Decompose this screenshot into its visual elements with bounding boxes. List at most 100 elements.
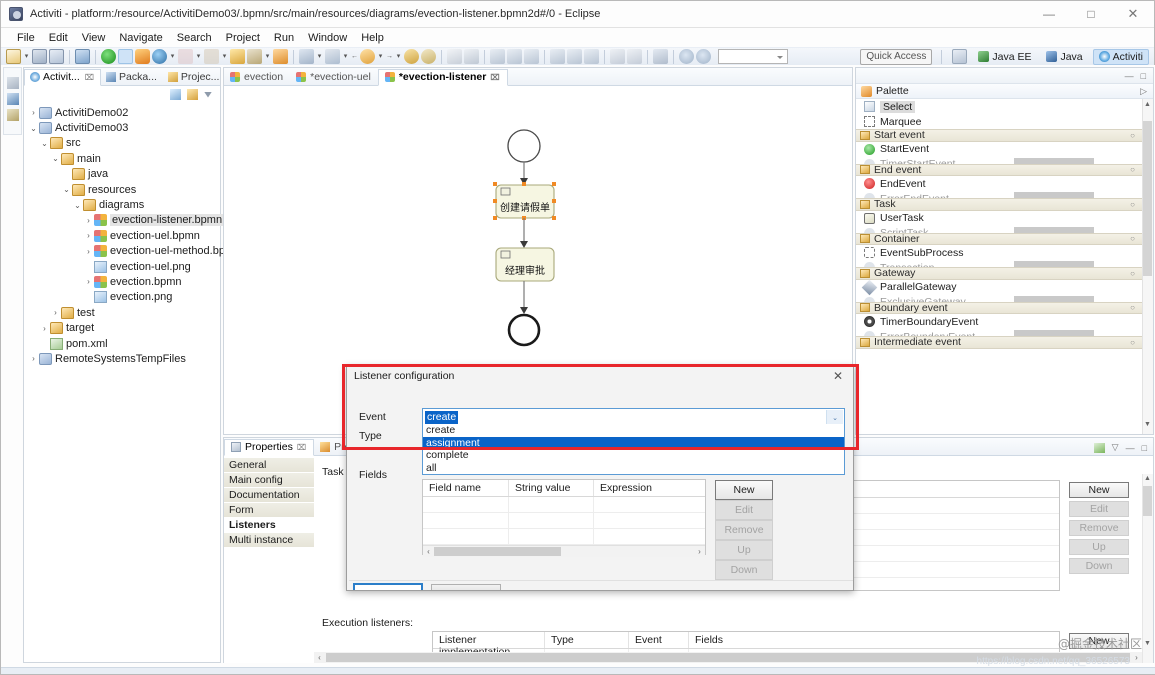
tree-item[interactable]: ⌄ ActivitiDemo03	[28, 120, 220, 135]
menu-item-navigate[interactable]: Navigate	[112, 31, 169, 45]
expand-twisty-icon[interactable]: ›	[83, 231, 94, 240]
event-dropdown-list[interactable]: create assignment complete all	[422, 424, 845, 475]
export-image-icon[interactable]	[653, 49, 668, 64]
vscroll-thumb[interactable]	[1143, 486, 1152, 516]
perspective-activiti[interactable]: Activiti	[1092, 48, 1149, 65]
palette-item-partial[interactable]: TimerStartEvent	[856, 157, 1142, 164]
tree-item[interactable]: › evection-uel-method.bpmn	[28, 244, 240, 259]
tab-activiti-explorer[interactable]: Activit... ⌧	[24, 69, 101, 86]
align-left-icon[interactable]	[490, 49, 505, 64]
properties-vertical-scrollbar[interactable]: ▲ ▼	[1142, 474, 1153, 663]
collapse-group-icon[interactable]: ○	[1130, 200, 1142, 209]
menu-item-view[interactable]: View	[75, 31, 113, 45]
close-icon[interactable]: ⌧	[85, 73, 94, 82]
scroll-up-arrow-icon[interactable]: ▲	[1143, 475, 1152, 486]
quick-access-input[interactable]: Quick Access	[860, 48, 933, 65]
properties-section-form[interactable]: Form	[224, 503, 314, 518]
restore-view-icon[interactable]: —	[1126, 443, 1135, 453]
new-icon[interactable]	[6, 49, 21, 64]
save-all-icon[interactable]	[49, 49, 64, 64]
align-bottom-icon[interactable]	[584, 49, 599, 64]
collapse-twisty-icon[interactable]: ⌄	[39, 139, 50, 148]
properties-section-general[interactable]: General	[224, 458, 314, 473]
coverage-dropdown-arrow[interactable]: ▾	[195, 49, 202, 64]
back-arrow-icon[interactable]: ←	[351, 49, 358, 64]
scroll-down-arrow-icon[interactable]: ▼	[1143, 421, 1152, 432]
server-fastview-icon[interactable]	[6, 109, 19, 121]
profile-icon[interactable]	[152, 49, 167, 64]
palette-item-parallelgateway[interactable]: ParallelGateway	[856, 279, 1142, 295]
collapse-group-icon[interactable]: ○	[1130, 338, 1142, 347]
open-type-icon[interactable]	[273, 49, 288, 64]
table-row[interactable]	[423, 497, 705, 513]
properties-section-main-config[interactable]: Main config	[224, 473, 314, 488]
tree-item[interactable]: › ActivitiDemo02	[28, 105, 220, 120]
view-menu-icon[interactable]: ▽	[1112, 442, 1119, 453]
tree-item[interactable]: evection.png	[28, 290, 220, 305]
forward-arrow-icon[interactable]: →	[386, 49, 393, 64]
menu-item-edit[interactable]: Edit	[42, 31, 75, 45]
search-dropdown-arrow[interactable]: ▾	[316, 49, 323, 64]
expand-twisty-icon[interactable]: ›	[28, 354, 39, 363]
tree-item[interactable]: evection-uel.png	[28, 259, 220, 274]
align-middle-icon[interactable]	[567, 49, 582, 64]
match-width-icon[interactable]	[610, 49, 625, 64]
editor-tab-evection-listener[interactable]: *evection-listener ⌧	[377, 69, 508, 86]
new-dropdown-arrow[interactable]: ▾	[23, 49, 30, 64]
menu-item-run[interactable]: Run	[267, 31, 301, 45]
previous-edit-icon[interactable]	[360, 49, 375, 64]
tab-properties[interactable]: Properties ⌧	[224, 439, 315, 456]
coverage-icon[interactable]	[178, 49, 193, 64]
minimize-button[interactable]: —	[1028, 1, 1070, 28]
minimize-view-icon[interactable]: —	[1125, 71, 1134, 81]
collapse-group-icon[interactable]: ○	[1130, 131, 1142, 140]
palette-item-clipped[interactable]: ErrorBoundaryEvent	[856, 329, 1142, 336]
event-combo[interactable]: create ⌄	[422, 408, 845, 425]
align-right-icon[interactable]	[524, 49, 539, 64]
forward-dropdown-arrow[interactable]: ▾	[395, 49, 402, 64]
palette-tool-select[interactable]: Select	[856, 99, 1142, 114]
collapse-twisty-icon[interactable]: ⌄	[61, 185, 72, 194]
scroll-right-arrow-icon[interactable]: ›	[1131, 653, 1142, 662]
tab-project-explorer[interactable]: Projec...	[163, 70, 226, 85]
tree-item[interactable]: › evection.bpmn	[28, 274, 220, 289]
palette-group-end-event[interactable]: End event ○	[856, 163, 1142, 176]
collapse-twisty-icon[interactable]: ⌄	[50, 154, 61, 163]
tree-item[interactable]: › RemoteSystemsTempFiles	[28, 351, 220, 366]
palette-tool-marquee[interactable]: Marquee	[856, 114, 1142, 129]
palette-item-eventsubprocess[interactable]: EventSubProcess	[856, 245, 1142, 260]
expand-twisty-icon[interactable]: ›	[50, 308, 61, 317]
palette-item-partial[interactable]: ErrorEndEvent	[856, 191, 1142, 198]
tree-item[interactable]: › evection-listener.bpmn	[28, 213, 225, 228]
align-center-icon[interactable]	[507, 49, 522, 64]
scroll-right-arrow-icon[interactable]: ›	[694, 547, 705, 556]
external-tools-icon[interactable]	[204, 49, 219, 64]
previous-dropdown-arrow[interactable]: ▾	[377, 49, 384, 64]
collapse-group-icon[interactable]: ○	[1130, 303, 1142, 312]
palette-item-endevent[interactable]: EndEvent	[856, 176, 1142, 191]
view-menu-icon[interactable]	[204, 91, 212, 98]
tree-item[interactable]: › test	[28, 305, 220, 320]
chevron-down-icon[interactable]: ⌄	[826, 410, 843, 425]
palette-scrollbar[interactable]: ▲ ▼	[1142, 99, 1153, 434]
package-explorer-fastview-icon[interactable]	[6, 93, 19, 105]
start-event-shape[interactable]	[507, 129, 541, 163]
maximize-view-icon[interactable]: □	[1141, 71, 1146, 81]
fields-table-scrollbar[interactable]: ‹ ›	[423, 545, 705, 557]
new-button[interactable]: New	[715, 480, 773, 500]
marker-icon[interactable]	[325, 49, 340, 64]
tree-item[interactable]: ⌄ resources	[28, 182, 220, 197]
palette-flyout-handle[interactable]	[1014, 330, 1094, 336]
end-event-shape[interactable]	[507, 313, 541, 347]
console-icon[interactable]	[75, 49, 90, 64]
properties-section-multi-instance[interactable]: Multi instance	[224, 533, 314, 548]
palette-scroll-thumb[interactable]	[1143, 121, 1152, 276]
close-icon[interactable]: ⌧	[297, 443, 306, 452]
expand-twisty-icon[interactable]: ›	[83, 247, 94, 256]
collapse-twisty-icon[interactable]: ⌄	[28, 124, 39, 133]
menu-item-search[interactable]: Search	[170, 31, 219, 45]
palette-item-partial[interactable]: ExclusiveGateway	[856, 295, 1142, 302]
copy-icon[interactable]	[447, 49, 462, 64]
collapse-group-icon[interactable]: ○	[1130, 234, 1142, 243]
next-annotation-icon[interactable]	[404, 49, 419, 64]
